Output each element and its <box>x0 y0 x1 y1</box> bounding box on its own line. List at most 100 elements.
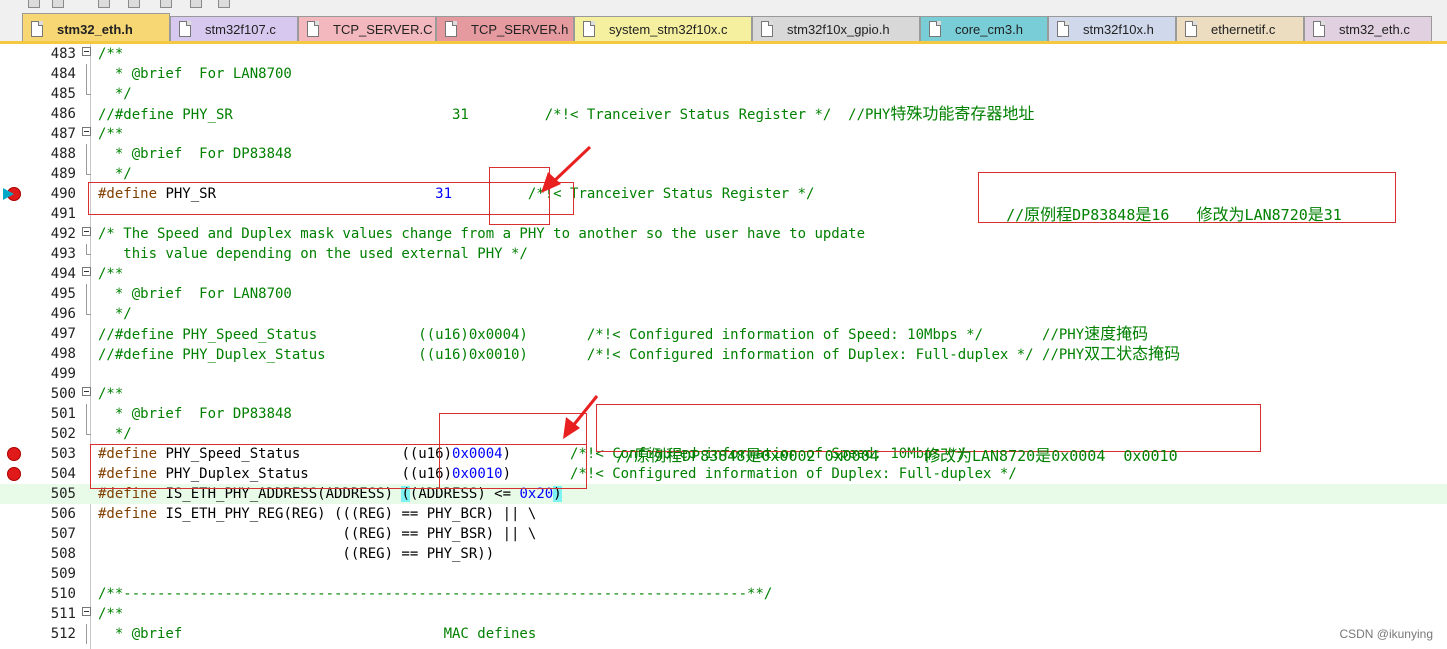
code-line[interactable]: 488 * @brief For DP83848 <box>0 144 1447 164</box>
fold-end <box>86 304 91 315</box>
line-number: 486 <box>50 106 76 122</box>
line-number: 495 <box>50 286 76 302</box>
line-number: 506 <box>50 506 76 522</box>
line-number: 492 <box>50 226 76 242</box>
code-line[interactable]: 500 /** <box>0 384 1447 404</box>
code-line[interactable]: 486 //#define PHY_SR 31 /*!< Tranceiver S… <box>0 104 1447 124</box>
file-icon <box>179 21 191 37</box>
toolbar-button[interactable] <box>98 0 110 8</box>
code-line[interactable]: 492 /* The Speed and Duplex mask values c… <box>0 224 1447 244</box>
code-line[interactable]: 493 this value depending on the used ext… <box>0 244 1447 264</box>
tab-tcp-server-c[interactable]: TCP_SERVER.C <box>298 16 436 41</box>
fold-line <box>86 144 87 164</box>
code-line[interactable]: 483 /** <box>0 44 1447 64</box>
code-text: * @brief MAC defines <box>98 624 536 644</box>
code-token: /* The Speed and Duplex mask values chan… <box>98 226 866 242</box>
code-line[interactable]: 511 /** <box>0 604 1447 624</box>
fold-toggle-icon[interactable] <box>82 47 91 56</box>
file-icon <box>761 21 773 37</box>
line-number: 487 <box>50 126 76 142</box>
code-token: * @brief For LAN8700 <box>98 66 292 82</box>
fold-toggle-icon[interactable] <box>82 227 91 236</box>
code-token: * @brief MAC defines <box>98 626 537 642</box>
file-icon <box>1313 21 1325 37</box>
fold-toggle-icon[interactable] <box>82 387 91 396</box>
fold-line <box>86 624 87 644</box>
code-text: #define IS_ETH_PHY_REG(REG) (((REG) == P… <box>98 504 536 524</box>
tab-stm32-eth-h[interactable]: stm32_eth.h <box>22 13 170 41</box>
tab-stm32-eth-c[interactable]: stm32_eth.c <box>1304 16 1432 41</box>
line-number: 488 <box>50 146 76 162</box>
code-text: * @brief For DP83848 <box>98 404 292 424</box>
tab-tcp-server-h[interactable]: TCP_SERVER.h <box>436 16 574 41</box>
code-text: this value depending on the used externa… <box>98 244 528 264</box>
breakpoint-icon[interactable] <box>7 467 21 481</box>
code-line[interactable]: 498 //#define PHY_Duplex_Status ((u16)0x0… <box>0 344 1447 364</box>
code-line[interactable]: 506 #define IS_ETH_PHY_REG(REG) (((REG) =… <box>0 504 1447 524</box>
tab-ethernetif-c[interactable]: ethernetif.c <box>1176 16 1304 41</box>
code-line[interactable]: 508 ((REG) == PHY_SR)) <box>0 544 1447 564</box>
fold-end <box>86 164 91 175</box>
line-number: 494 <box>50 266 76 282</box>
line-number: 485 <box>50 86 76 102</box>
tab-stm32f10x-gpio-h[interactable]: stm32f10x_gpio.h <box>752 16 920 41</box>
file-icon <box>1185 21 1197 37</box>
code-token: 双工状态掩码 <box>1084 344 1181 363</box>
file-icon <box>307 21 319 37</box>
tab-label: stm32f107.c <box>205 21 276 37</box>
breakpoint-icon[interactable] <box>7 447 21 461</box>
toolbar-button[interactable] <box>160 0 172 8</box>
code-line[interactable]: 512 * @brief MAC defines <box>0 624 1447 644</box>
fold-toggle-icon[interactable] <box>82 607 91 616</box>
line-number: 501 <box>50 406 76 422</box>
file-icon <box>929 21 941 37</box>
code-line[interactable]: 507 ((REG) == PHY_BSR) || \ <box>0 524 1447 544</box>
code-text: /** <box>98 604 123 624</box>
code-line[interactable]: 499 <box>0 364 1447 384</box>
code-text: //#define PHY_SR 31 /*!< Tranceiver Stat… <box>98 104 1034 125</box>
toolbar <box>0 0 1447 10</box>
toolbar-button[interactable] <box>190 0 202 8</box>
toolbar-button[interactable] <box>52 0 64 8</box>
tab-system-stm32f10x-c[interactable]: system_stm32f10x.c <box>574 16 752 41</box>
code-text: /* The Speed and Duplex mask values chan… <box>98 224 865 244</box>
line-number: 483 <box>50 46 76 62</box>
line-number: 502 <box>50 426 76 442</box>
tab-label: ethernetif.c <box>1211 21 1276 37</box>
code-line[interactable]: 485 */ <box>0 84 1447 104</box>
code-text: */ <box>98 424 132 444</box>
tab-stm32f10x-h[interactable]: stm32f10x.h <box>1048 16 1176 41</box>
execution-pointer-icon <box>3 188 14 200</box>
code-text: //#define PHY_Duplex_Status ((u16)0x0010… <box>98 344 1180 365</box>
watermark: CSDN @ikunying <box>1339 627 1433 641</box>
toolbar-button[interactable] <box>218 0 230 8</box>
toolbar-button[interactable] <box>28 0 40 8</box>
annotation-box-value-31 <box>489 167 550 225</box>
code-line[interactable]: 495 * @brief For LAN8700 <box>0 284 1447 304</box>
toolbar-button[interactable] <box>128 0 140 8</box>
code-text: * @brief For DP83848 <box>98 144 292 164</box>
tab-stm32f107-c[interactable]: stm32f107.c <box>170 16 298 41</box>
code-line[interactable]: 509 <box>0 564 1447 584</box>
code-text: //#define PHY_Speed_Status ((u16)0x0004)… <box>98 324 1148 345</box>
code-token: /**-------------------------------------… <box>98 586 773 602</box>
line-number: 503 <box>50 446 76 462</box>
code-line[interactable]: 484 * @brief For LAN8700 <box>0 64 1447 84</box>
file-tab-bar: stm32_eth.h stm32f107.c TCP_SERVER.C TCP_SE… <box>0 10 1447 44</box>
line-number: 490 <box>50 186 76 202</box>
code-line[interactable]: 487 /** <box>0 124 1447 144</box>
line-number: 489 <box>50 166 76 182</box>
code-token: */ <box>98 306 132 322</box>
code-line[interactable]: 496 */ <box>0 304 1447 324</box>
fold-toggle-icon[interactable] <box>82 267 91 276</box>
fold-toggle-icon[interactable] <box>82 127 91 136</box>
code-token: */ <box>98 86 132 102</box>
tab-label: core_cm3.h <box>955 21 1023 37</box>
code-line[interactable]: 497 //#define PHY_Speed_Status ((u16)0x00… <box>0 324 1447 344</box>
code-line[interactable]: 494 /** <box>0 264 1447 284</box>
code-token: ((REG) == PHY_BSR) || \ <box>98 526 537 542</box>
fold-line <box>86 284 87 304</box>
tab-core-cm3-h[interactable]: core_cm3.h <box>920 16 1048 41</box>
code-line[interactable]: 510 /**----------------------------------… <box>0 584 1447 604</box>
line-number: 508 <box>50 546 76 562</box>
